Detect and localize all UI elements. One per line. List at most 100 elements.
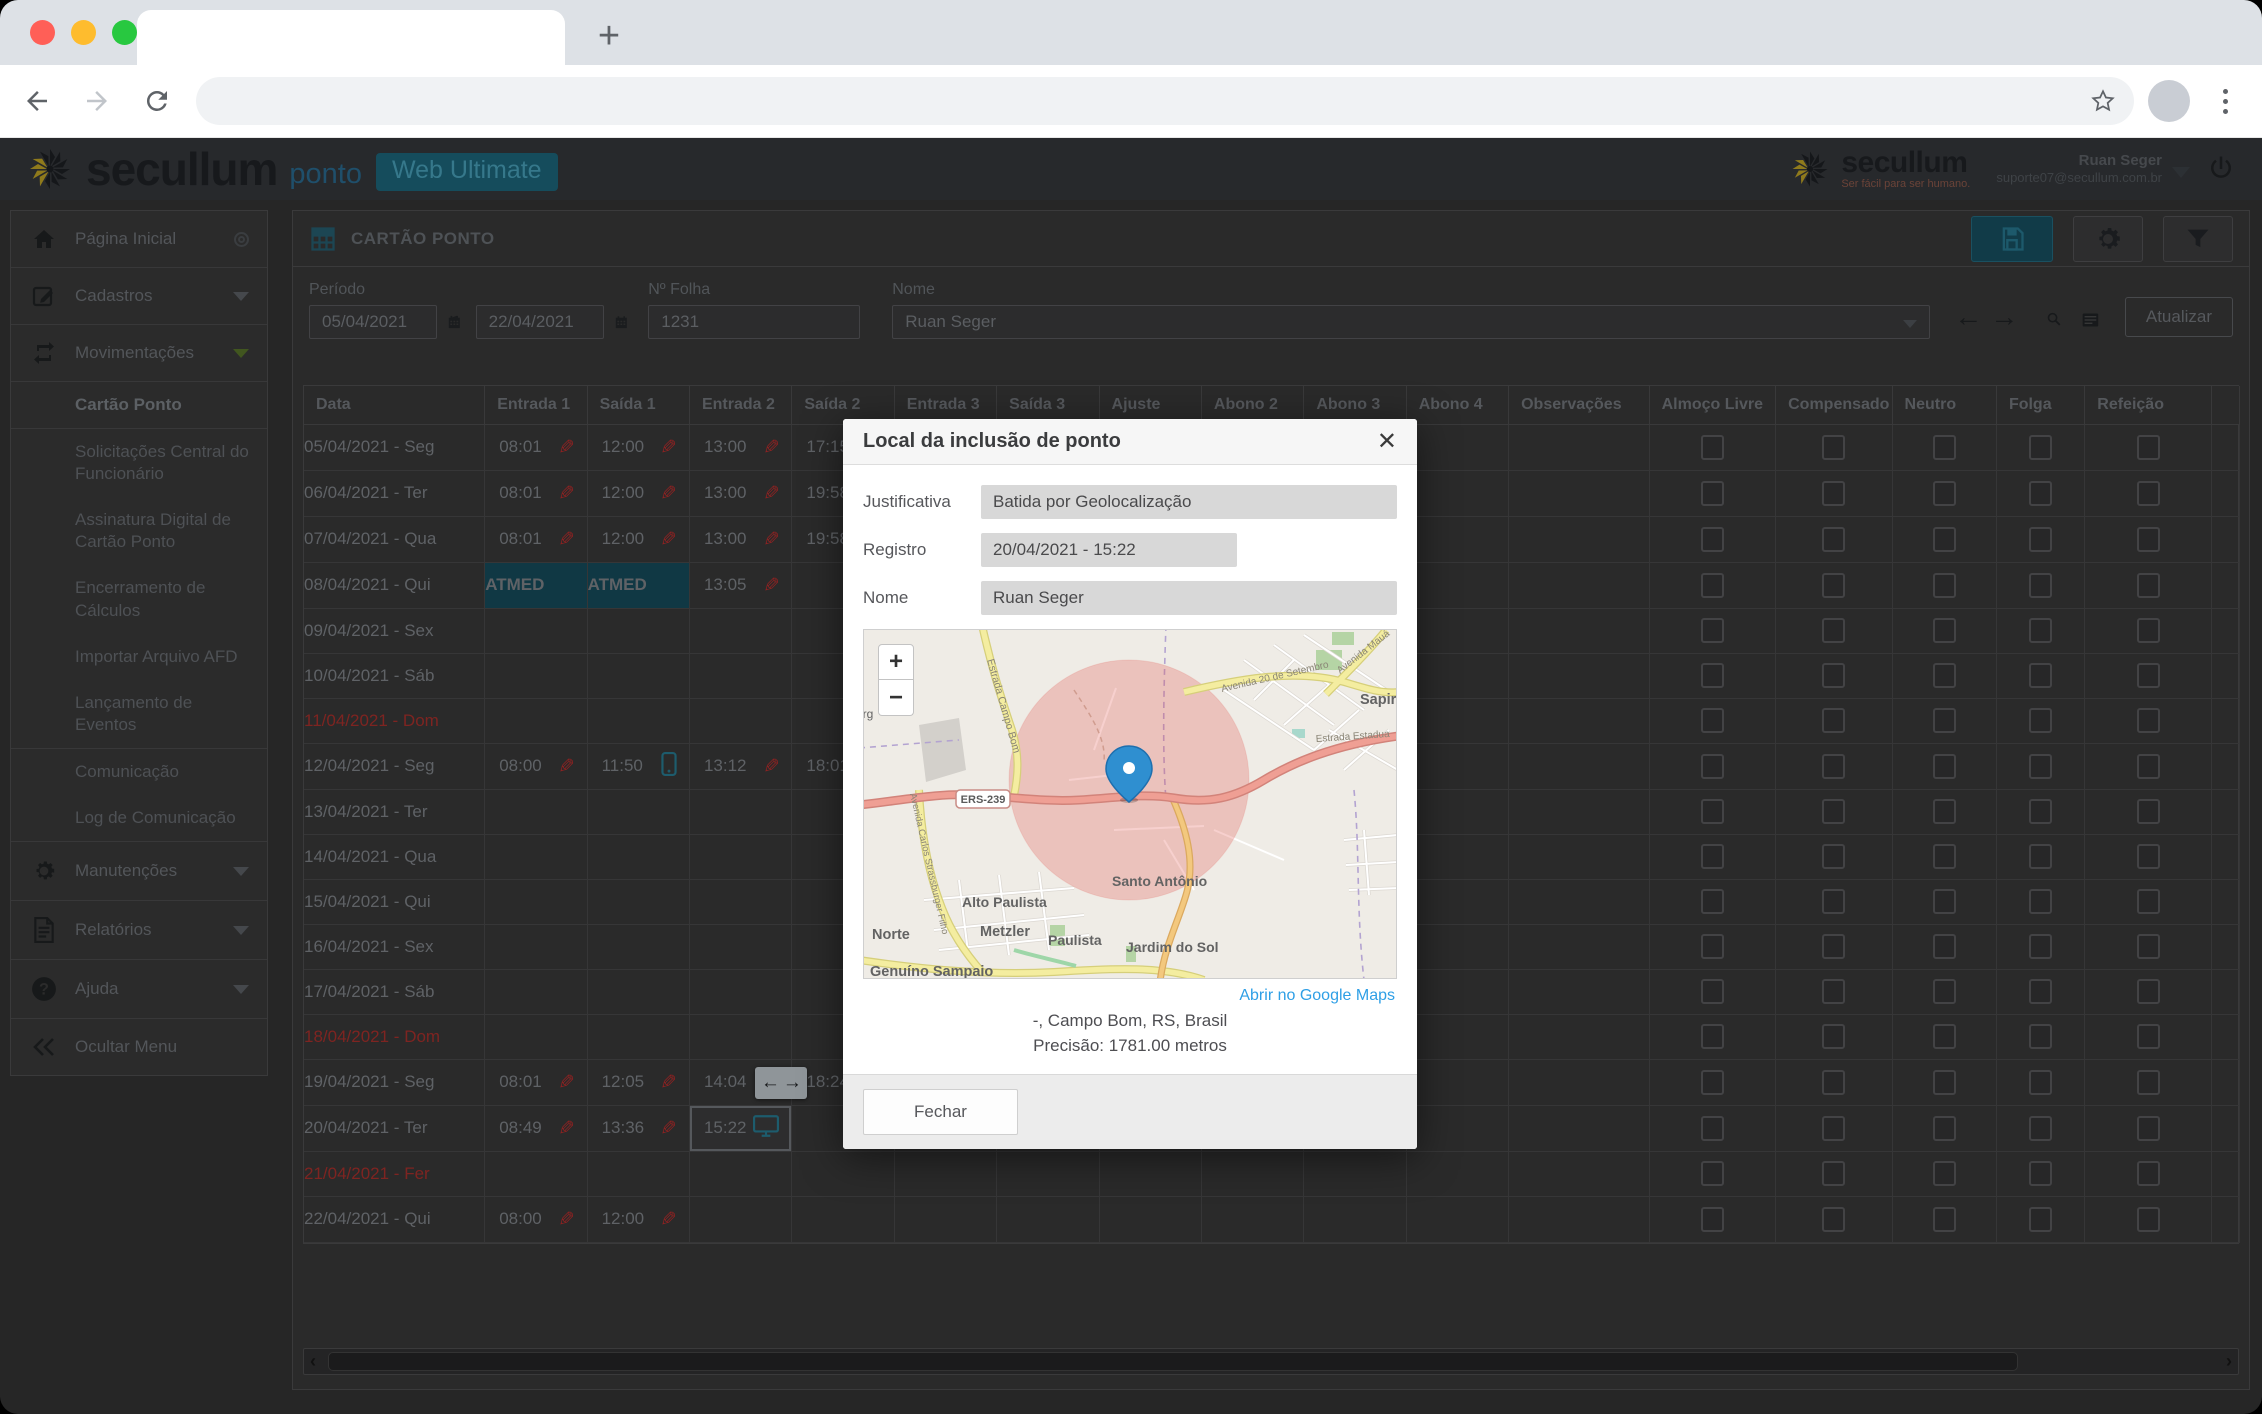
checkbox[interactable] [1932,889,1956,914]
profile-avatar[interactable] [2148,80,2190,122]
checkbox[interactable] [2029,934,2053,959]
empty-cell[interactable] [1508,516,1650,563]
map-zoom-out-button[interactable]: − [878,680,914,716]
checkbox[interactable] [1700,1069,1724,1095]
column-header[interactable]: Folga [1996,386,2086,425]
registro-input[interactable]: 20/04/2021 - 15:22 [981,533,1237,567]
edit-pencil-icon[interactable]: ✎ [660,527,677,552]
nome-select[interactable]: Ruan Seger [892,305,1931,339]
checkbox[interactable] [2029,799,2053,824]
edit-pencil-icon[interactable]: ✎ [558,435,575,460]
browser-tab[interactable] [137,10,565,65]
checkbox[interactable] [1700,618,1724,643]
checkbox[interactable] [1700,526,1724,552]
empty-cell[interactable] [1406,879,1510,925]
column-header[interactable]: Entrada 2 [689,386,793,425]
checkbox[interactable] [2029,480,2053,506]
punch-cell[interactable] [689,924,793,970]
sidebar-subitem-importar-arquivo-afd[interactable]: Importar Arquivo AFD [11,634,267,680]
checkbox[interactable] [2136,979,2160,1004]
punch-cell[interactable]: 12:00 ✎ [587,1196,690,1243]
column-header[interactable]: Compensado [1775,386,1893,425]
checkbox[interactable] [1822,799,1846,824]
sidebar-subitem-encerramento-de-calculos[interactable]: Encerramento de Cálculos [11,565,267,633]
checkbox[interactable] [2029,526,2053,552]
bookmark-icon[interactable] [2090,88,2116,114]
edit-pencil-icon[interactable]: ✎ [660,1207,677,1232]
close-window-button[interactable] [30,20,55,45]
punch-cell[interactable] [587,608,690,654]
checkbox[interactable] [1932,1115,1956,1141]
empty-cell[interactable] [1099,1151,1202,1197]
checkbox[interactable] [1822,708,1846,733]
checkbox[interactable] [2029,889,2053,914]
sidebar-item-relatorios[interactable]: Relatórios [11,900,267,959]
checkbox[interactable] [2029,1024,2053,1049]
checkbox[interactable] [1822,934,1846,959]
punch-cell[interactable]: 13:05 ✎ [689,562,793,609]
folha-input[interactable]: 1231 [648,305,861,339]
scrollbar-thumb[interactable] [328,1352,2018,1371]
punch-cell[interactable]: 12:00 ✎ [587,516,690,563]
checkbox[interactable] [1932,1069,1956,1095]
checkbox[interactable] [1700,1161,1724,1186]
edit-pencil-icon[interactable]: ✎ [660,435,677,460]
checkbox[interactable] [1932,799,1956,824]
checkbox[interactable] [1932,844,1956,869]
column-header[interactable]: Entrada 1 [484,386,588,425]
column-header[interactable] [2211,386,2241,425]
empty-cell[interactable] [1406,608,1510,654]
atualizar-button[interactable]: Atualizar [2124,297,2234,337]
checkbox[interactable] [2029,663,2053,688]
sidebar-subitem-log-de-comunicacao[interactable]: Log de Comunicação [11,795,267,841]
checkbox[interactable] [2136,526,2160,552]
edit-pencil-icon[interactable]: ✎ [660,481,677,506]
scroll-right-icon[interactable]: › [2226,1351,2232,1372]
column-header[interactable]: Data [304,386,486,425]
punch-cell[interactable] [689,789,793,835]
punch-cell[interactable] [587,969,690,1015]
empty-cell[interactable] [1303,1196,1407,1243]
empty-cell[interactable] [1508,1196,1650,1243]
empty-cell[interactable] [1508,562,1650,609]
sidebar-item-pagina-inicial[interactable]: Página Inicial [11,211,267,267]
edit-pencil-icon[interactable]: ✎ [763,435,780,460]
punch-cell[interactable]: 15:22 [689,1105,793,1152]
checkbox[interactable] [1822,753,1846,779]
sidebar-item-ajuda[interactable]: ? Ajuda [11,959,267,1018]
punch-cell[interactable]: 13:12 ✎ [689,743,793,790]
user-menu-caret-icon[interactable] [2172,166,2190,178]
checkbox[interactable] [2029,708,2053,733]
punch-cell[interactable]: 13:36 ✎ [587,1105,690,1152]
punch-cell[interactable] [689,834,793,880]
checkbox[interactable] [2029,1069,2053,1095]
sidebar-item-ocultar-menu[interactable]: Ocultar Menu [11,1018,267,1075]
checkbox[interactable] [2136,889,2160,914]
punch-cell[interactable] [484,879,588,925]
checkbox[interactable] [2029,844,2053,869]
column-header[interactable]: Abono 4 [1406,386,1510,425]
checkbox[interactable] [1932,708,1956,733]
checkbox[interactable] [1822,979,1846,1004]
checkbox[interactable] [1932,572,1956,598]
edit-pencil-icon[interactable]: ✎ [558,1207,575,1232]
empty-cell[interactable] [1508,1151,1650,1197]
punch-cell[interactable] [689,698,793,744]
prev-employee-icon[interactable]: ← [1954,301,1982,333]
open-google-maps-link[interactable]: Abrir no Google Maps [865,987,1395,1005]
checkbox[interactable] [1822,1206,1846,1232]
sidebar-subitem-assinatura-digital-de-cartao-ponto[interactable]: Assinatura Digital de Cartão Ponto [11,497,267,565]
punch-cell[interactable] [689,608,793,654]
empty-cell[interactable] [1406,653,1510,699]
punch-cell[interactable]: 08:00 ✎ [484,1196,588,1243]
empty-cell[interactable] [1508,1059,1650,1106]
sidebar-item-movimentacoes[interactable]: Movimentações [11,324,267,381]
checkbox[interactable] [2136,1206,2160,1232]
empty-cell[interactable] [1406,424,1510,471]
checkbox[interactable] [1822,480,1846,506]
punch-cell[interactable] [791,1151,895,1197]
nome-input[interactable]: Ruan Seger [981,581,1397,615]
checkbox[interactable] [1822,526,1846,552]
checkbox[interactable] [2136,663,2160,688]
checkbox[interactable] [2136,1115,2160,1141]
